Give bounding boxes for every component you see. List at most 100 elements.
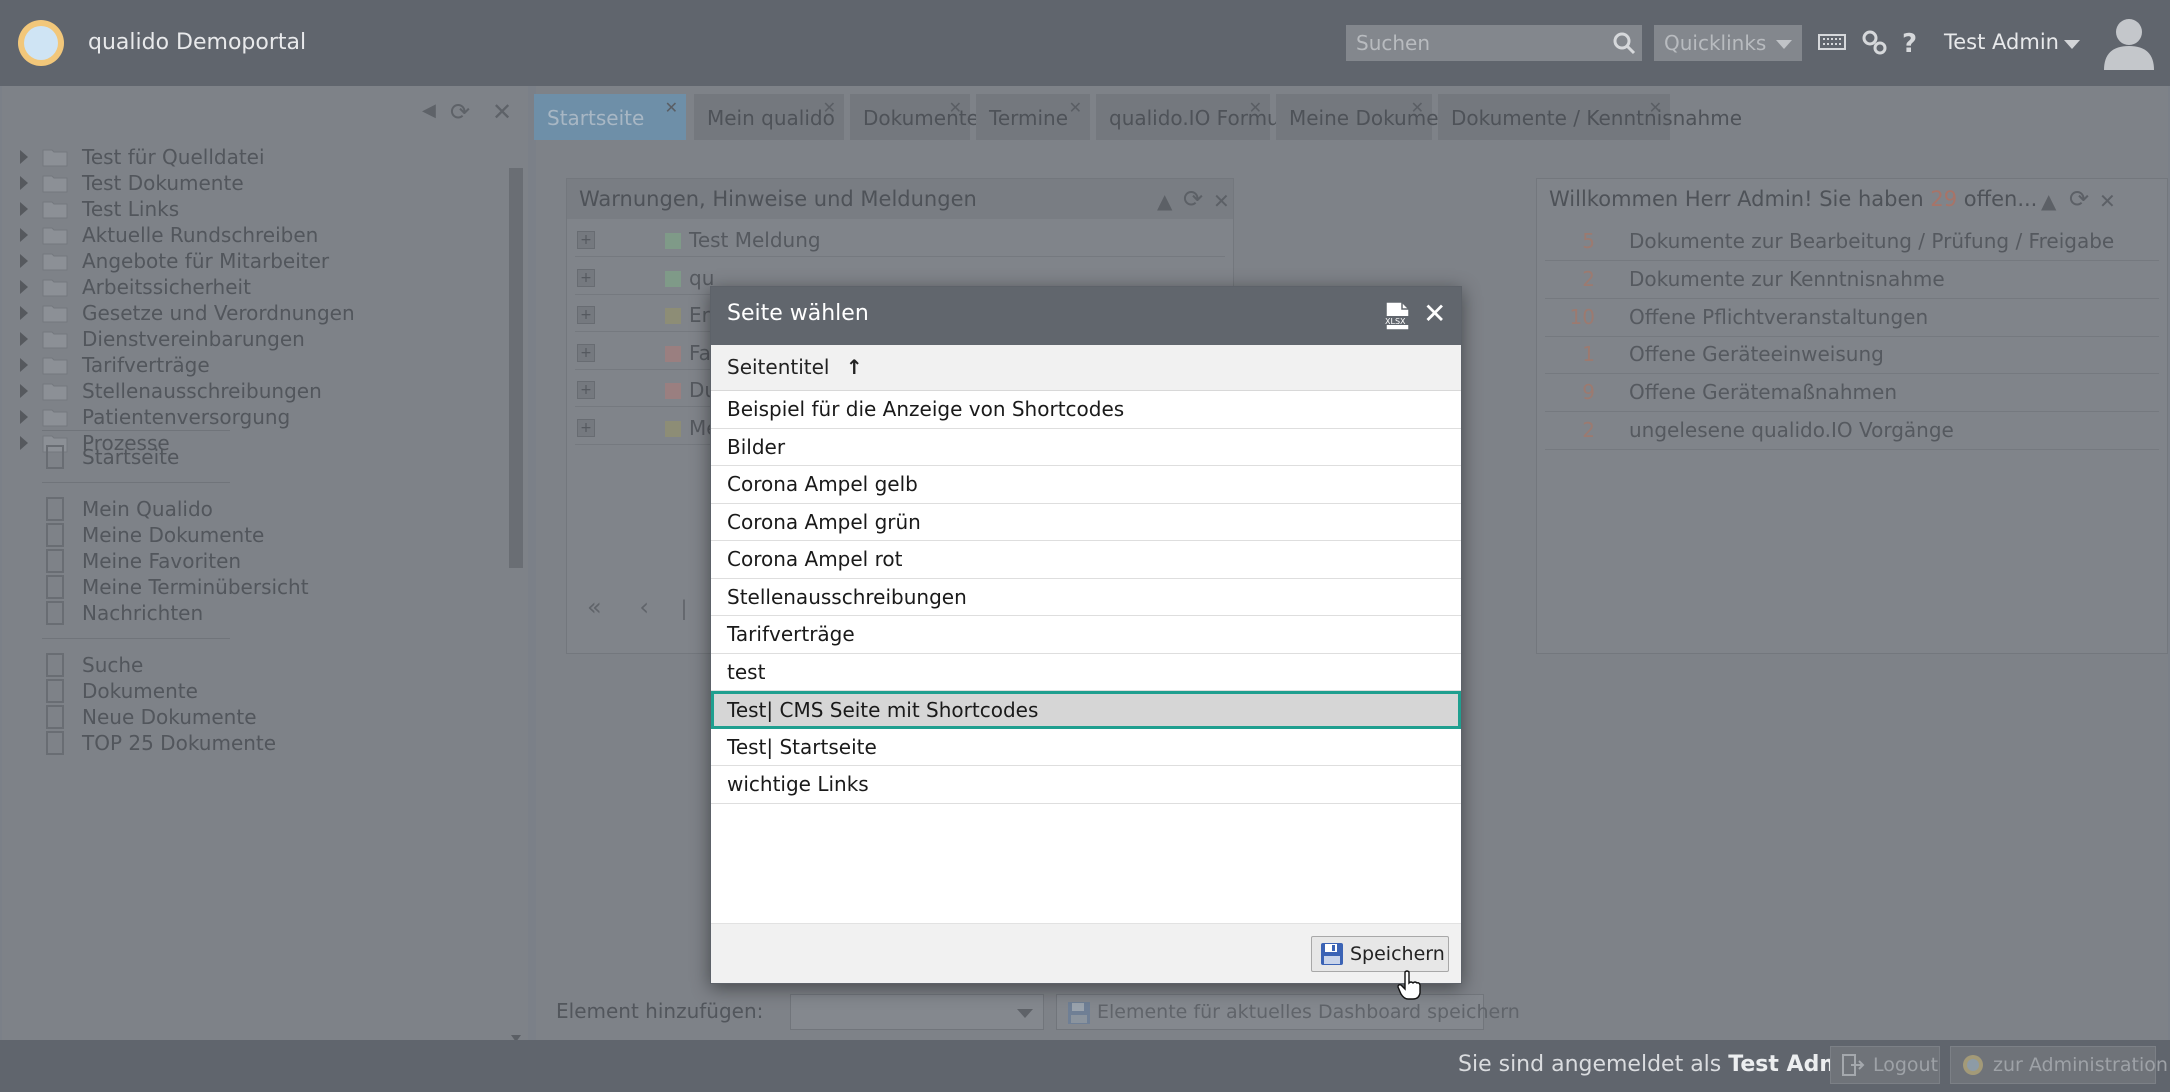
expand-plus-icon[interactable]: +	[577, 306, 595, 324]
expand-arrow-icon[interactable]	[20, 332, 28, 346]
tree-folder-label: Aktuelle Rundschreiben	[82, 223, 319, 247]
keyboard-icon[interactable]	[1818, 28, 1846, 56]
close-icon[interactable]: ✕	[2099, 189, 2116, 213]
warning-row[interactable]: + Test Meldung	[575, 223, 1225, 257]
page-list-row[interactable]: Corona Ampel gelb	[711, 466, 1461, 504]
close-tab-icon[interactable]: ✕	[823, 98, 836, 117]
sidebar-nav-item[interactable]: Nachrichten	[42, 598, 203, 628]
page-title-text: Corona Ampel rot	[727, 547, 903, 571]
column-header-seitentitel[interactable]: Seitentitel ↑	[711, 345, 1461, 391]
page-list-row[interactable]: Corona Ampel grün	[711, 504, 1461, 541]
expand-arrow-icon[interactable]	[20, 202, 28, 216]
prev-page-icon[interactable]: ‹	[639, 593, 649, 621]
page-list-row[interactable]: Corona Ampel rot	[711, 541, 1461, 579]
expand-plus-icon[interactable]: +	[577, 231, 595, 249]
expand-plus-icon[interactable]: +	[577, 343, 595, 362]
dialog-title: Seite wählen	[727, 301, 869, 326]
admin-button[interactable]: zur Administration	[1950, 1046, 2168, 1084]
page-list-row[interactable]: Tarifverträge	[711, 616, 1461, 654]
expand-arrow-icon[interactable]	[20, 150, 28, 164]
open-task-row[interactable]: 10 Offene Pflichtveranstaltungen	[1545, 299, 2159, 337]
help-icon[interactable]: ?	[1896, 28, 1924, 56]
tab-5[interactable]: qualido.IO Formulare ✕	[1096, 94, 1318, 140]
tab-2[interactable]: Mein qualido ✕	[694, 94, 844, 140]
collapse-left-icon[interactable]: ◀	[422, 100, 436, 121]
close-tab-icon[interactable]: ✕	[1249, 98, 1262, 117]
expand-arrow-icon[interactable]	[20, 384, 28, 398]
documents-icon	[46, 523, 64, 547]
page-list-row[interactable]: Beispiel für die Anzeige von Shortcodes	[711, 391, 1461, 429]
page-list-row[interactable]: Bilder	[711, 429, 1461, 466]
sidebar-nav-item[interactable]: Startseite	[42, 442, 179, 472]
expand-arrow-icon[interactable]	[20, 280, 28, 294]
floppy-disk-icon	[1321, 943, 1343, 965]
page-list-row[interactable]: Stellenausschreibungen	[711, 579, 1461, 616]
page-list-row[interactable]: wichtige Links	[711, 766, 1461, 804]
expand-arrow-icon[interactable]	[20, 306, 28, 320]
search-input[interactable]	[1346, 25, 1642, 61]
quicklinks-select[interactable]: Quicklinks	[1654, 25, 1802, 61]
open-task-label: ungelesene qualido.IO Vorgänge	[1629, 418, 1954, 442]
search-icon[interactable]	[1612, 31, 1636, 55]
sidebar-nav-item[interactable]: TOP 25 Dokumente	[42, 728, 276, 758]
close-icon[interactable]: ✕	[1213, 189, 1230, 213]
tab-7[interactable]: Dokumente / Kenntnisnahme ✕	[1438, 94, 1742, 140]
sidebar-divider	[42, 482, 230, 483]
open-task-row[interactable]: 1 Offene Geräteeinweisung	[1545, 336, 2159, 375]
app-logo[interactable]	[18, 20, 64, 66]
add-element-select[interactable]	[790, 994, 1044, 1030]
page-list-row-selected[interactable]: Test| CMS Seite mit Shortcodes	[711, 691, 1461, 729]
open-task-label: Offene Gerätemaßnahmen	[1629, 380, 1897, 405]
page-title-text: wichtige Links	[727, 772, 869, 796]
close-icon[interactable]: ✕	[492, 98, 512, 126]
refresh-icon[interactable]: ⟳	[450, 98, 470, 126]
close-tab-icon[interactable]: ✕	[665, 98, 678, 117]
page-list-row[interactable]: Test| Startseite	[711, 729, 1461, 766]
user-menu-chevron-icon[interactable]	[2064, 40, 2080, 49]
tab-3[interactable]: Dokumente ✕	[850, 94, 979, 140]
refresh-icon[interactable]: ⟳	[2069, 185, 2089, 213]
expand-arrow-icon[interactable]	[20, 410, 28, 424]
tab-6[interactable]: Meine Dokumente ✕	[1276, 94, 1471, 140]
expand-arrow-icon[interactable]	[20, 228, 28, 242]
collapse-up-icon[interactable]: ▲	[1157, 189, 1172, 213]
open-task-count: 10	[1569, 304, 1595, 329]
expand-plus-icon[interactable]: +	[577, 268, 595, 287]
refresh-icon[interactable]: ⟳	[1183, 185, 1203, 213]
expand-arrow-icon[interactable]	[20, 176, 28, 190]
sidebar-scrollbar[interactable]	[506, 158, 526, 1042]
save-button[interactable]: Speichern	[1311, 936, 1449, 972]
expand-arrow-icon[interactable]	[20, 254, 28, 268]
tree-folder-label: Dienstvereinbarungen	[82, 327, 305, 351]
logout-button[interactable]: Logout	[1830, 1046, 1940, 1084]
expand-plus-icon[interactable]: +	[577, 381, 595, 399]
expand-plus-icon[interactable]: +	[577, 418, 595, 437]
star-icon	[46, 549, 64, 573]
page-list-row[interactable]: test	[711, 654, 1461, 691]
open-task-row[interactable]: 9 Offene Gerätemaßnahmen	[1545, 374, 2159, 413]
sidebar-nav-label: Suche	[82, 653, 144, 677]
logout-label: Logout	[1873, 1054, 1939, 1076]
close-tab-icon[interactable]: ✕	[949, 98, 962, 117]
avatar[interactable]	[2098, 12, 2160, 74]
gears-icon[interactable]	[1860, 28, 1888, 56]
save-dashboard-label: Elemente für aktuelles Dashboard speiche…	[1097, 1001, 1520, 1023]
open-task-row[interactable]: 2 Dokumente zur Kenntnisnahme	[1545, 261, 2159, 299]
save-label: Speichern	[1350, 943, 1445, 965]
tab-1[interactable]: Startseite ✕	[534, 94, 686, 140]
user-menu-name[interactable]: Test Admin	[1944, 30, 2059, 54]
tab-4[interactable]: Termine ✕	[976, 94, 1090, 140]
collapse-up-icon[interactable]: ▲	[2041, 189, 2056, 213]
tree-folder-label: Gesetze und Verordnungen	[82, 301, 355, 325]
open-task-row[interactable]: 5 Dokumente zur Bearbeitung / Prüfung / F…	[1545, 223, 2159, 261]
close-icon[interactable]: ✕	[1423, 297, 1446, 330]
expand-arrow-icon[interactable]	[20, 358, 28, 372]
expand-arrow-icon[interactable]	[20, 436, 28, 450]
close-tab-icon[interactable]: ✕	[1411, 98, 1424, 117]
close-tab-icon[interactable]: ✕	[1069, 98, 1082, 117]
first-page-icon[interactable]: «	[587, 593, 602, 621]
xlsx-export-icon[interactable]: XLSX	[1383, 301, 1411, 331]
scrollbar-thumb[interactable]	[509, 168, 523, 568]
close-tab-icon[interactable]: ✕	[1649, 98, 1662, 117]
open-task-row[interactable]: 2 ungelesene qualido.IO Vorgänge	[1545, 412, 2159, 450]
